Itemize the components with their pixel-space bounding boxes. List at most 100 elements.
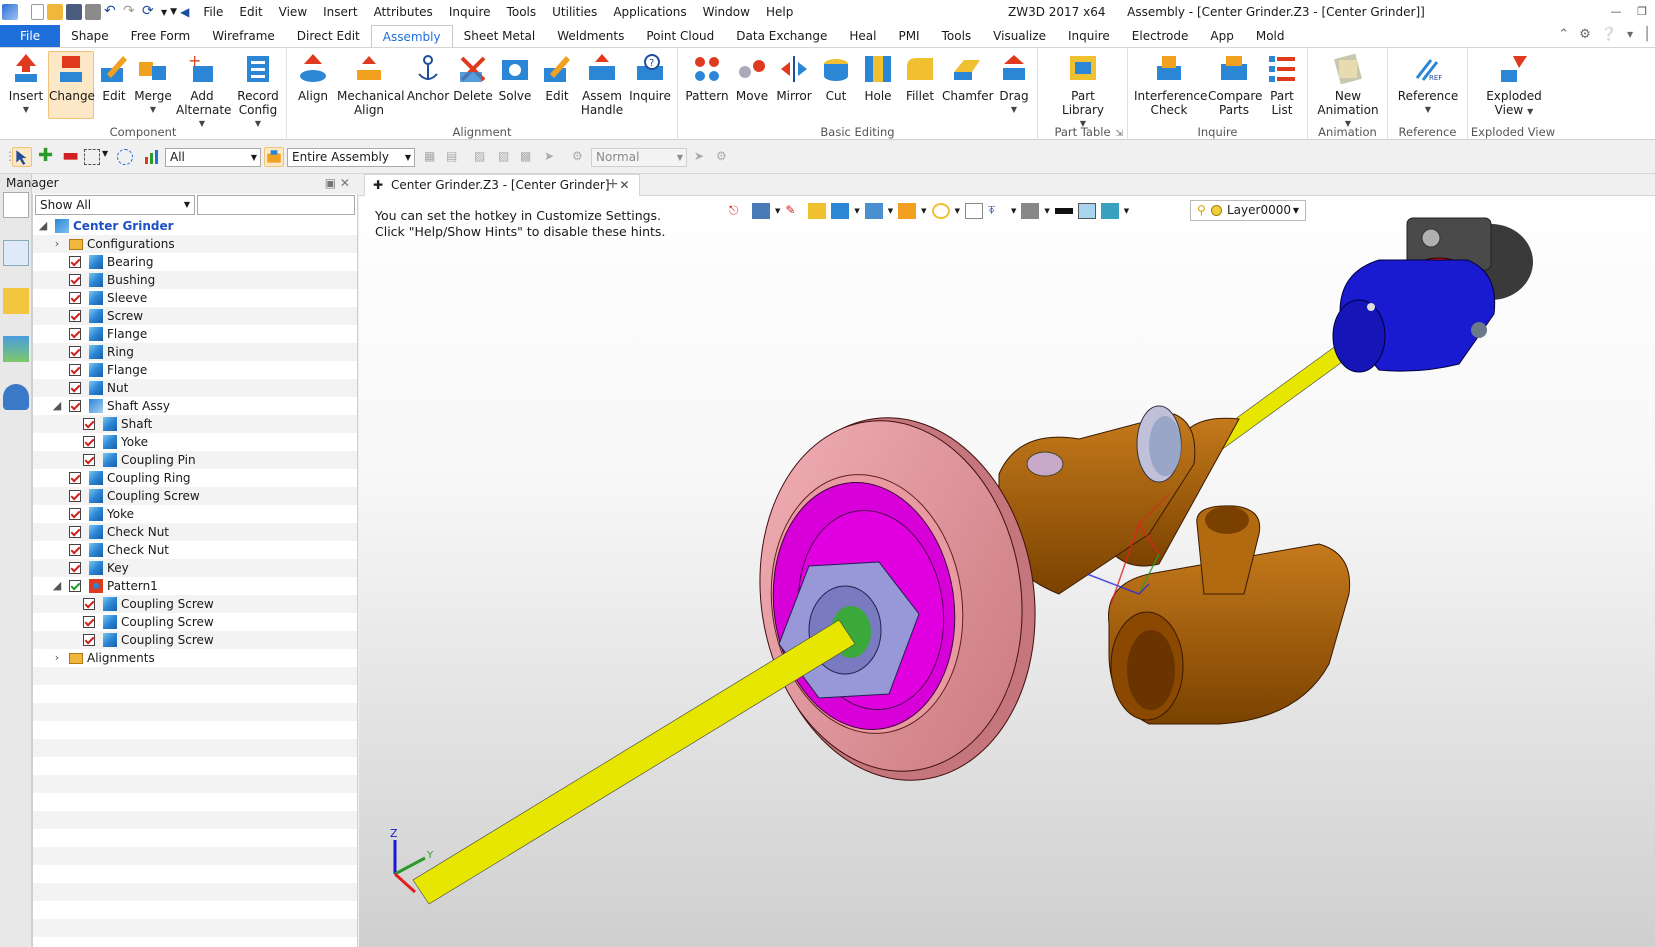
app-logo-icon[interactable] (2, 4, 18, 20)
mechanical-align-button[interactable]: Mechanical Align (337, 52, 405, 117)
tree-row[interactable]: ◢ Shaft Assy (33, 397, 357, 415)
tab-sheet-metal[interactable]: Sheet Metal (453, 25, 547, 47)
tab-file[interactable]: File (0, 25, 61, 47)
tab-electrode[interactable]: Electrode (1121, 25, 1200, 47)
tab-free-form[interactable]: Free Form (120, 25, 202, 47)
help-dropdown-icon[interactable]: ▼ (1627, 24, 1633, 46)
qa-customize-icon[interactable]: ▼ (170, 7, 177, 17)
cube-view-icon[interactable] (831, 203, 850, 219)
menu-edit[interactable]: Edit (231, 0, 270, 24)
remove-selection-icon[interactable]: ▬ (62, 147, 79, 165)
tree-row[interactable]: Key (33, 559, 357, 577)
visibility-checkbox[interactable] (69, 382, 81, 394)
zoom-fit-icon[interactable] (964, 203, 983, 219)
tree-row[interactable]: Flange (33, 361, 357, 379)
menu-inquire[interactable]: Inquire (441, 0, 499, 24)
manager-filter-select[interactable]: Show All ▼ (35, 195, 195, 215)
new-tab-icon[interactable]: + (607, 174, 619, 195)
cube-view-dropdown-icon[interactable]: ▼ (854, 207, 859, 215)
collapse-icon[interactable]: ◢ (51, 577, 63, 595)
edit-alignment-button[interactable]: Edit (537, 52, 577, 103)
box-select-icon[interactable] (84, 149, 100, 165)
delete-alignment-button[interactable]: Delete (453, 52, 493, 103)
tab-mold[interactable]: Mold (1245, 25, 1296, 47)
visibility-checkbox[interactable] (69, 490, 81, 502)
visibility-checkbox[interactable] (69, 274, 81, 286)
manager-pin-close-icon[interactable]: ▣ ✕ (325, 174, 350, 192)
part-list-button[interactable]: Part List (1262, 52, 1302, 117)
cut-button[interactable]: Cut (816, 52, 856, 103)
add-alternate-button[interactable]: + Add Alternate ▼ (176, 52, 231, 131)
tab-assembly[interactable]: Assembly (370, 25, 453, 47)
tab-weldments[interactable]: Weldments (546, 25, 635, 47)
display-dropdown-icon[interactable]: ▼ (1044, 207, 1049, 215)
close-tab-icon[interactable]: ✕ (619, 178, 629, 192)
menu-window[interactable]: Window (695, 0, 758, 24)
tab-inquire[interactable]: Inquire (1057, 25, 1121, 47)
add-selection-icon[interactable]: ✚ (38, 147, 54, 165)
undo-icon[interactable]: ↶ (104, 4, 120, 20)
visibility-checkbox[interactable] (69, 544, 81, 556)
collapse-icon[interactable]: ◢ (51, 397, 63, 415)
line-color-icon[interactable] (1054, 208, 1073, 214)
tab-heal[interactable]: Heal (838, 25, 887, 47)
tree-row[interactable]: Coupling Screw (33, 613, 357, 631)
part-table-expand-icon[interactable]: ⇲ (1115, 129, 1123, 139)
tab-direct-edit[interactable]: Direct Edit (286, 25, 371, 47)
minimize-icon[interactable]: — (1603, 0, 1629, 24)
tree-row[interactable]: Coupling Screw (33, 631, 357, 649)
tab-tools[interactable]: Tools (931, 25, 983, 47)
display-icon[interactable] (1021, 203, 1040, 219)
menu-applications[interactable]: Applications (605, 0, 694, 24)
pin-icon[interactable]: │ (1643, 24, 1651, 46)
tree-row[interactable]: Coupling Ring (33, 469, 357, 487)
tree-row[interactable]: Yoke (33, 505, 357, 523)
redo-icon[interactable]: ↷ (123, 4, 139, 20)
tree-row[interactable]: Screw (33, 307, 357, 325)
interference-check-button[interactable]: Interference Check (1134, 52, 1207, 117)
tree-row[interactable]: › Alignments (33, 649, 357, 667)
mirror-button[interactable]: Mirror (774, 52, 814, 103)
visibility-checkbox[interactable] (69, 526, 81, 538)
user-role-icon[interactable] (3, 384, 29, 410)
box-select-dropdown-icon[interactable]: ▼ (102, 149, 118, 165)
tree-row[interactable]: Shaft (33, 415, 357, 433)
pick-arrow-icon[interactable] (12, 147, 32, 167)
visibility-checkbox[interactable] (83, 616, 95, 628)
print-icon[interactable] (85, 4, 101, 20)
visibility-checkbox[interactable] (69, 256, 81, 268)
visibility-checkbox[interactable] (69, 292, 81, 304)
section-dropdown-icon[interactable]: ▼ (921, 207, 926, 215)
record-config-button[interactable]: Record Config ▼ (232, 52, 284, 131)
tree-row[interactable]: Check Nut (33, 541, 357, 559)
part-view-icon[interactable] (3, 288, 29, 314)
lasso-select-icon[interactable] (117, 149, 133, 165)
tree-row[interactable]: ◢ Center Grinder (33, 217, 357, 235)
appearance-dropdown-icon[interactable]: ▼ (955, 207, 960, 215)
hole-button[interactable]: Hole (858, 52, 898, 103)
visibility-checkbox[interactable] (83, 634, 95, 646)
tab-shape[interactable]: Shape (60, 25, 120, 47)
visibility-checkbox[interactable] (69, 364, 81, 376)
menu-utilities[interactable]: Utilities (544, 0, 605, 24)
layer-tool-icon[interactable] (1100, 203, 1119, 219)
open-folder-icon[interactable] (47, 4, 63, 20)
part-library-button[interactable]: Part Library ▼ (1056, 52, 1110, 131)
appearance-icon[interactable] (931, 203, 950, 219)
image-view-icon[interactable] (3, 336, 29, 362)
insert-button[interactable]: Insert ▼ (4, 52, 48, 117)
tree-row[interactable]: ◢ Pattern1 (33, 577, 357, 595)
collapse-ribbon-icon[interactable]: ⌃ (1558, 24, 1569, 46)
new-file-icon[interactable] (31, 4, 44, 20)
visibility-checkbox[interactable] (83, 598, 95, 610)
scope-icon[interactable] (264, 147, 284, 167)
tree-row[interactable]: Nut (33, 379, 357, 397)
document-tab[interactable]: ✚ Center Grinder.Z3 - [Center Grinder] ✕ (364, 174, 641, 196)
visibility-checkbox[interactable] (83, 418, 95, 430)
manager-search-input[interactable] (197, 195, 355, 215)
merge-button[interactable]: Merge ▼ (134, 52, 172, 117)
visibility-checkbox[interactable] (83, 436, 95, 448)
align-button[interactable]: Align (293, 52, 333, 103)
anchor-button[interactable]: Anchor (405, 52, 451, 103)
edit-component-button[interactable]: Edit (96, 52, 132, 103)
